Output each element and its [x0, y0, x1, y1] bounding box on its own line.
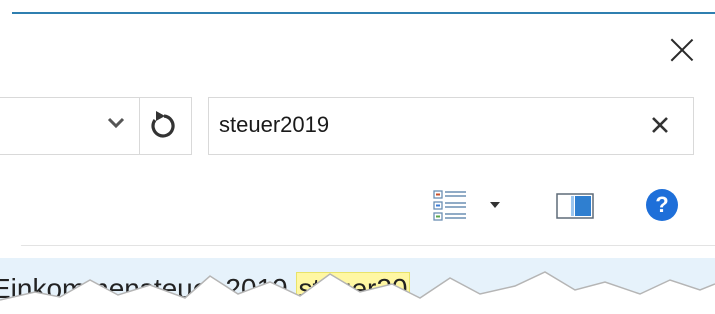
refresh-icon[interactable] [146, 106, 180, 144]
torn-edge-bottom [0, 271, 715, 314]
address-bar[interactable] [0, 97, 192, 155]
caret-down-icon[interactable] [490, 202, 500, 208]
help-glyph: ? [655, 192, 669, 217]
clear-icon[interactable] [649, 114, 671, 136]
command-bar: ? [0, 165, 715, 246]
address-divider [139, 98, 140, 154]
torn-edge-left [0, 160, 26, 250]
help-icon[interactable]: ? [646, 189, 678, 221]
details-view-icon[interactable] [432, 188, 468, 224]
window-top-border [12, 12, 715, 14]
search-input[interactable]: steuer2019 [208, 97, 694, 155]
preview-pane-icon[interactable] [556, 192, 594, 220]
close-icon[interactable] [666, 35, 698, 67]
search-input-value[interactable]: steuer2019 [219, 112, 329, 138]
chevron-down-icon[interactable] [106, 113, 126, 133]
